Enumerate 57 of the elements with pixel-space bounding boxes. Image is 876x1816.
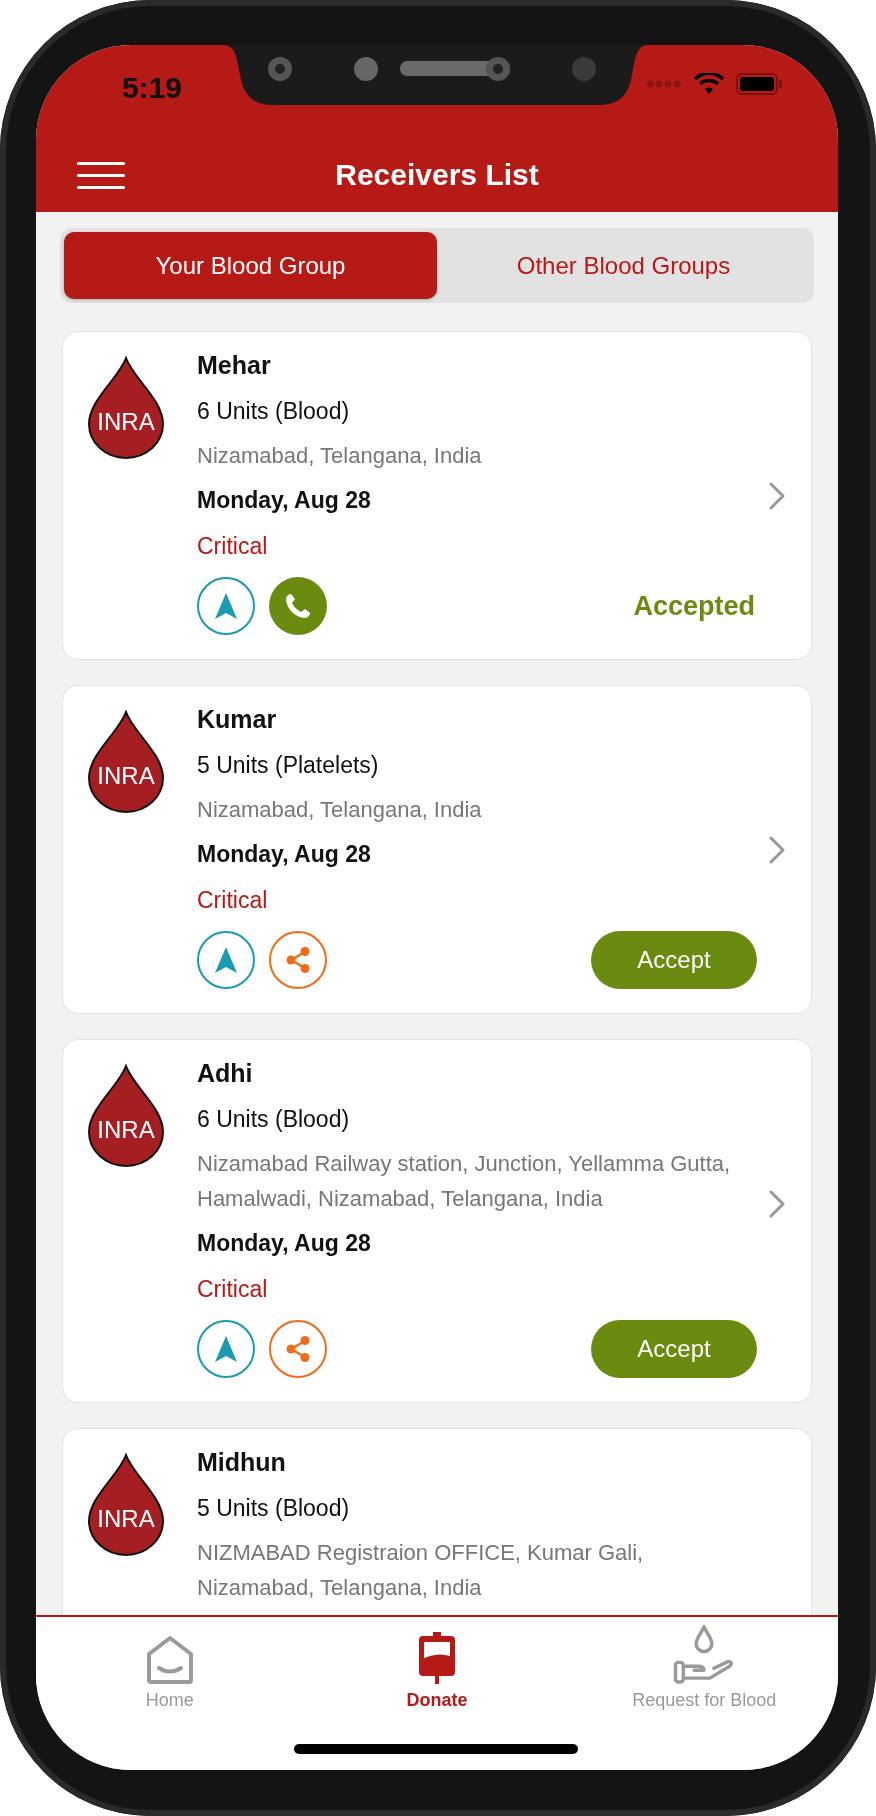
signal-icon — [646, 80, 682, 88]
status-time: 5:19 — [122, 71, 183, 105]
blood-drop-icon — [87, 1064, 165, 1168]
chevron-icon — [769, 836, 785, 864]
navigate-button[interactable] — [197, 931, 255, 989]
address-text: Nizamabad Railway station, Junction, Yellamma Gutta, Hamalwadi, Nizamabad, Telangana, India — [197, 1150, 732, 1213]
units-text: 6 Units (Blood) — [197, 1105, 350, 1134]
blood-drop-icon — [87, 356, 165, 460]
battery-icon — [736, 73, 782, 95]
urgency-text: Critical — [197, 532, 268, 561]
badge-text: INRA — [96, 762, 156, 790]
receiver-card[interactable]: INRA Adhi 6 Units (Blood) Nizamabad Railway station, Junction, Yellamma Gutta, Hamalwadi, Nizamabad, Telangana, India Monday, Aug 28 Critical Accept — [62, 1039, 812, 1403]
accept-button[interactable]: Accept — [591, 1320, 757, 1378]
address-text: Nizamabad, Telangana, India — [197, 442, 482, 470]
urgency-text: Critical — [197, 886, 268, 915]
chevron-icon — [769, 482, 785, 510]
receiver-name: Kumar — [197, 704, 277, 735]
blood-bag-icon — [417, 1630, 457, 1686]
address-text: Nizamabad, Telangana, India — [197, 796, 482, 824]
date-text: Monday, Aug 28 — [197, 840, 371, 869]
urgency-text: Critical — [197, 1275, 268, 1304]
receiver-card[interactable]: INRA Midhun 5 Units (Blood) NIZMABAD Registraion OFFICE, Kumar Gali, Nizamabad, Telangana, India — [62, 1428, 812, 1615]
wifi-icon — [694, 73, 724, 95]
units-text: 5 Units (Platelets) — [197, 751, 379, 780]
blood-drop-icon — [87, 1453, 165, 1557]
receiver-card[interactable]: INRA Mehar 6 Units (Blood) Nizamabad, Telangana, India Monday, Aug 28 Critical Accepted — [62, 331, 812, 660]
address-text: NIZMABAD Registraion OFFICE, Kumar Gali, Nizamabad, Telangana, India — [197, 1539, 645, 1602]
share-button[interactable] — [269, 1320, 327, 1378]
arrow-icon — [214, 1335, 238, 1363]
tab[interactable]: Your Blood Group — [64, 232, 437, 299]
badge-text: INRA — [96, 1505, 156, 1533]
chevron-icon — [769, 1190, 785, 1218]
navigate-button[interactable] — [197, 1320, 255, 1378]
call-button[interactable] — [269, 577, 327, 635]
share-button[interactable] — [269, 931, 327, 989]
blood-drop-icon — [87, 710, 165, 814]
page-title: Receivers List — [335, 158, 539, 192]
arrow-icon — [214, 592, 238, 620]
nav-tab[interactable]: Donate — [303, 1625, 571, 1711]
receiver-name: Midhun — [197, 1447, 286, 1478]
badge-text: INRA — [96, 408, 156, 436]
receiver-name: Adhi — [197, 1058, 253, 1089]
phone-icon — [284, 592, 312, 620]
badge-text: INRA — [96, 1116, 156, 1144]
accept-button[interactable]: Accept — [591, 931, 757, 989]
date-text: Monday, Aug 28 — [197, 486, 371, 515]
navigate-button[interactable] — [197, 577, 255, 635]
share-icon — [284, 1335, 312, 1363]
receiver-name: Mehar — [197, 350, 271, 381]
arrow-icon — [214, 946, 238, 974]
share-icon — [284, 946, 312, 974]
receiver-card[interactable]: INRA Kumar 5 Units (Platelets) Nizamabad, Telangana, India Monday, Aug 28 Critical Accept — [62, 685, 812, 1014]
status-text: Accepted — [633, 590, 755, 622]
tab[interactable]: Other Blood Groups — [437, 232, 810, 299]
date-text: Monday, Aug 28 — [197, 1229, 371, 1258]
units-text: 6 Units (Blood) — [197, 397, 350, 426]
units-text: 5 Units (Blood) — [197, 1494, 350, 1523]
